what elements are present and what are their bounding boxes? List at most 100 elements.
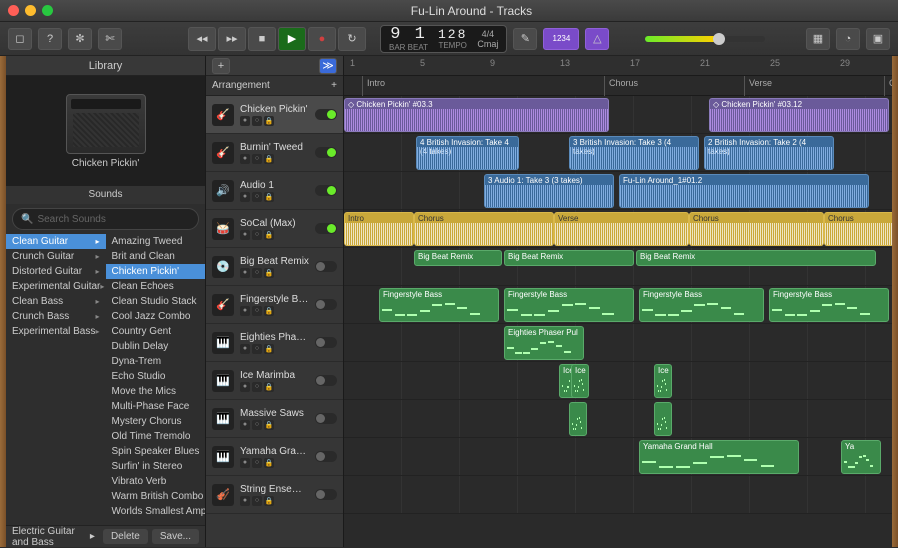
mute-button[interactable]: ● <box>240 382 250 392</box>
track-lane[interactable]: Fingerstyle BassFingerstyle BassFingerst… <box>344 286 892 324</box>
patch-item[interactable]: Dyna-Trem <box>106 354 206 369</box>
track-enable-toggle[interactable] <box>315 261 337 272</box>
patch-item[interactable]: Echo Studio <box>106 369 206 384</box>
track-enable-toggle[interactable] <box>315 109 337 120</box>
media-button[interactable]: ▣ <box>866 28 890 50</box>
arrangement-header[interactable]: Arrangement + <box>206 76 343 96</box>
save-button[interactable]: Save... <box>152 529 199 544</box>
delete-button[interactable]: Delete <box>103 529 148 544</box>
region[interactable] <box>654 402 672 436</box>
track-header[interactable]: 🎹 Ice Marimba ● ○ 🔒 <box>206 362 343 400</box>
mute-button[interactable]: ● <box>240 268 250 278</box>
solo-button[interactable]: ○ <box>252 496 262 506</box>
mute-button[interactable]: ● <box>240 116 250 126</box>
region[interactable]: Yamaha Grand Hall <box>639 440 799 474</box>
loops-button[interactable]: ◔ <box>836 28 860 50</box>
scissors-button[interactable]: ✄ <box>98 28 122 50</box>
mute-button[interactable]: ● <box>240 420 250 430</box>
arrangement-marker[interactable]: Intro <box>362 76 389 96</box>
lock-button[interactable]: 🔒 <box>264 382 274 392</box>
arrangement-marker[interactable]: Verse <box>744 76 776 96</box>
count-in-button[interactable]: 1234 <box>543 28 579 50</box>
category-item[interactable]: Experimental Bass▸ <box>6 324 106 339</box>
category-item[interactable]: Crunch Guitar▸ <box>6 249 106 264</box>
patch-column[interactable]: Amazing TweedBrit and CleanChicken Picki… <box>106 234 206 525</box>
track-lane[interactable] <box>344 476 892 514</box>
arrangement-marker[interactable]: Chorus <box>604 76 642 96</box>
add-marker-button[interactable]: + <box>331 80 337 91</box>
edit-button[interactable]: ✎ <box>513 28 537 50</box>
mute-button[interactable]: ● <box>240 458 250 468</box>
patch-item[interactable]: Multi-Phase Face <box>106 399 206 414</box>
record-button[interactable]: ● <box>308 27 336 51</box>
arrangement-marker[interactable]: Chorus <box>884 76 892 96</box>
mute-button[interactable]: ● <box>240 496 250 506</box>
track-header[interactable]: 🎸 Burnin' Tweed ● ○ 🔒 <box>206 134 343 172</box>
lock-button[interactable]: 🔒 <box>264 496 274 506</box>
category-column[interactable]: Clean Guitar▸Crunch Guitar▸Distorted Gui… <box>6 234 106 525</box>
track-header[interactable]: 🎻 String Ensemble ● ○ 🔒 <box>206 476 343 514</box>
patch-item[interactable]: Country Gent <box>106 324 206 339</box>
region[interactable]: Big Beat Remix <box>504 250 634 266</box>
region[interactable]: ◇ Chicken Pickin' #03.12 <box>709 98 889 132</box>
track-lane[interactable]: Yamaha Grand HallYa <box>344 438 892 476</box>
notepad-button[interactable]: ▦ <box>806 28 830 50</box>
patch-item[interactable]: Dublin Delay <box>106 339 206 354</box>
mute-button[interactable]: ● <box>240 230 250 240</box>
track-header[interactable]: 🎸 Chicken Pickin' ● ○ 🔒 <box>206 96 343 134</box>
patch-item[interactable]: Clean Studio Stack <box>106 294 206 309</box>
solo-button[interactable]: ○ <box>252 154 262 164</box>
patch-item[interactable]: Old Time Tremolo <box>106 429 206 444</box>
category-item[interactable]: Experimental Guitar▸ <box>6 279 106 294</box>
lock-button[interactable]: 🔒 <box>264 344 274 354</box>
rewind-button[interactable]: ◂◂ <box>188 27 216 51</box>
track-lane[interactable]: IceIceIce <box>344 362 892 400</box>
solo-button[interactable]: ○ <box>252 420 262 430</box>
track-lane[interactable]: Big Beat RemixBig Beat RemixBig Beat Rem… <box>344 248 892 286</box>
track-lane[interactable]: 3 Audio 1: Take 3 (3 takes)Fu-Lin Around… <box>344 172 892 210</box>
region[interactable]: 2 British Invasion: Take 2 (4 takes) <box>704 136 834 170</box>
settings-button[interactable]: ✼ <box>68 28 92 50</box>
track-header[interactable]: 🔊 Audio 1 ● ○ 🔒 <box>206 172 343 210</box>
track-enable-toggle[interactable] <box>315 489 337 500</box>
lock-button[interactable]: 🔒 <box>264 192 274 202</box>
minimize-icon[interactable] <box>25 5 36 16</box>
track-header[interactable]: 🥁 SoCal (Max) ● ○ 🔒 <box>206 210 343 248</box>
mute-button[interactable]: ● <box>240 154 250 164</box>
track-enable-toggle[interactable] <box>315 451 337 462</box>
category-item[interactable]: Clean Guitar▸ <box>6 234 106 249</box>
add-track-button[interactable]: + <box>212 58 230 74</box>
quick-help-button[interactable]: ? <box>38 28 62 50</box>
mute-button[interactable]: ● <box>240 306 250 316</box>
region[interactable]: Fingerstyle Bass <box>769 288 889 322</box>
region[interactable]: Chorus <box>689 212 824 246</box>
zoom-icon[interactable] <box>42 5 53 16</box>
region[interactable]: Ice <box>571 364 589 398</box>
region[interactable]: ◇ Chicken Pickin' #03.3 <box>344 98 609 132</box>
region[interactable]: Verse <box>554 212 689 246</box>
category-item[interactable]: Crunch Bass▸ <box>6 309 106 324</box>
lock-button[interactable]: 🔒 <box>264 230 274 240</box>
lock-button[interactable]: 🔒 <box>264 458 274 468</box>
patch-item[interactable]: Warm British Combo <box>106 489 206 504</box>
lcd-display[interactable]: 9 1 BAR BEAT 128 TEMPO 4/4 Cmaj <box>380 25 507 53</box>
region[interactable]: Intro <box>344 212 414 246</box>
breadcrumb[interactable]: Electric Guitar and Bass <box>12 526 86 548</box>
solo-button[interactable]: ○ <box>252 458 262 468</box>
patch-item[interactable]: Clean Echoes <box>106 279 206 294</box>
timeline[interactable]: 1591317212529 IntroChorusVerseChorus ◇ C… <box>344 56 892 547</box>
patch-item[interactable]: Brit and Clean <box>106 249 206 264</box>
play-button[interactable]: ▶ <box>278 27 306 51</box>
region[interactable]: Fu-Lin Around_1#01.2 <box>619 174 869 208</box>
cycle-button[interactable]: ↻ <box>338 27 366 51</box>
patch-item[interactable]: Surfin' in Stereo <box>106 459 206 474</box>
track-enable-toggle[interactable] <box>315 299 337 310</box>
track-lane[interactable] <box>344 400 892 438</box>
patch-item[interactable]: Spin Speaker Blues <box>106 444 206 459</box>
track-enable-toggle[interactable] <box>315 375 337 386</box>
track-enable-toggle[interactable] <box>315 223 337 234</box>
region[interactable]: 3 Audio 1: Take 3 (3 takes) <box>484 174 614 208</box>
forward-button[interactable]: ▸▸ <box>218 27 246 51</box>
region[interactable]: Fingerstyle Bass <box>504 288 634 322</box>
patch-item[interactable]: Amazing Tweed <box>106 234 206 249</box>
